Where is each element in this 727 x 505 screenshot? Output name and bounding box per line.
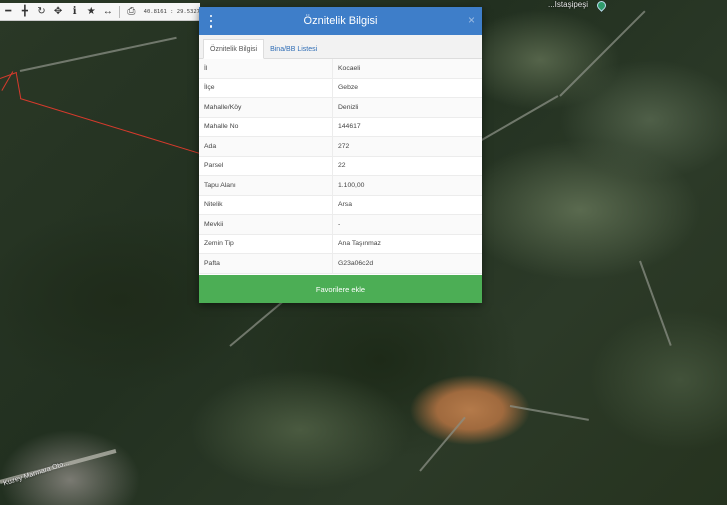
map-place-label: ...Istaşipeşi [548,0,589,9]
row-key: İl [199,59,333,79]
row-key: Nitelik [199,195,333,215]
zoom-in-icon[interactable]: ╋ [17,3,34,20]
kebab-menu-icon[interactable] [206,14,216,28]
map-road [559,10,646,97]
refresh-icon[interactable]: ↻ [33,3,50,20]
table-row: Ada 272 [199,136,482,157]
row-key: Mahalle/Köy [199,97,333,118]
row-value: 1.100,00 [332,175,482,196]
toolbar-divider [119,5,121,18]
row-key: Pafta [199,253,333,274]
row-value: Kocaeli [332,59,482,79]
zoom-out-icon[interactable]: ━ [0,3,17,20]
row-key: Ada [199,136,333,157]
close-icon[interactable]: × [468,13,475,27]
measure-icon[interactable]: ↔ [100,3,117,20]
parcel-boundary-line [15,72,22,99]
coordinate-readout: 40.8161 : 29.5327 [143,8,200,15]
map-road [419,416,466,472]
table-row: İlçe Gebze [199,78,482,98]
add-to-favorites-button[interactable]: Favorilere ekle [199,275,482,303]
row-value: - [332,214,482,235]
row-value: 144617 [332,117,482,137]
table-row: Parsel 22 [199,156,482,176]
dialog-tabs: Öznitelik Bilgisi Bina/BB Listesi [199,35,482,59]
table-row: Zemin Tip Ana Taşınmaz [199,234,482,254]
row-key: Mevkii [199,214,333,235]
tab-building-list[interactable]: Bina/BB Listesi [264,40,323,58]
row-key: Mahalle No [199,117,333,137]
row-value: Ana Taşınmaz [332,234,482,254]
map-road [479,95,559,142]
dialog-title: Öznitelik Bilgisi [303,15,378,27]
table-row: Mevkii - [199,214,482,235]
parcel-boundary-line [19,98,202,155]
map-pin-icon[interactable] [595,0,608,12]
info-icon[interactable]: i [66,3,83,20]
row-key: İlçe [199,78,333,98]
map-road [19,36,177,72]
table-row: Tapu Alanı 1.100,00 [199,175,482,196]
table-row: Nitelik Arsa [199,195,482,215]
map-road-label: Kuzey Marmara Oto... [2,459,70,488]
table-row: Mahalle No 144617 [199,117,482,137]
table-row: Pafta G23a06c2d [199,253,482,274]
locate-icon[interactable]: ✥ [50,3,67,20]
table-row: İl Kocaeli [199,59,482,79]
row-value: G23a06c2d [332,253,482,274]
print-icon[interactable]: ⎙ [123,3,140,20]
row-value: Denizli [332,97,482,118]
attribute-table: İl Kocaeli İlçe Gebze Mahalle/Köy Denizli M… [199,59,482,274]
star-icon[interactable]: ★ [83,3,100,20]
row-value: 22 [332,156,482,176]
row-key: Parsel [199,156,333,176]
row-value: Arsa [332,195,482,215]
table-row: Mahalle/Köy Denizli [199,97,482,118]
row-value: Gebze [332,78,482,98]
attribute-dialog: Öznitelik Bilgisi × Öznitelik Bilgisi Bi… [199,7,482,303]
map-road [509,405,589,421]
row-value: 272 [332,136,482,157]
map-road [639,260,672,346]
map-toolbar: ━ ╋ ↻ ✥ i ★ ↔ ⎙ 40.8161 : 29.5327 [0,3,200,21]
tab-attribute-info[interactable]: Öznitelik Bilgisi [203,39,265,59]
row-key: Tapu Alanı [199,175,333,196]
row-key: Zemin Tip [199,234,333,254]
dialog-header: Öznitelik Bilgisi × [199,7,482,35]
